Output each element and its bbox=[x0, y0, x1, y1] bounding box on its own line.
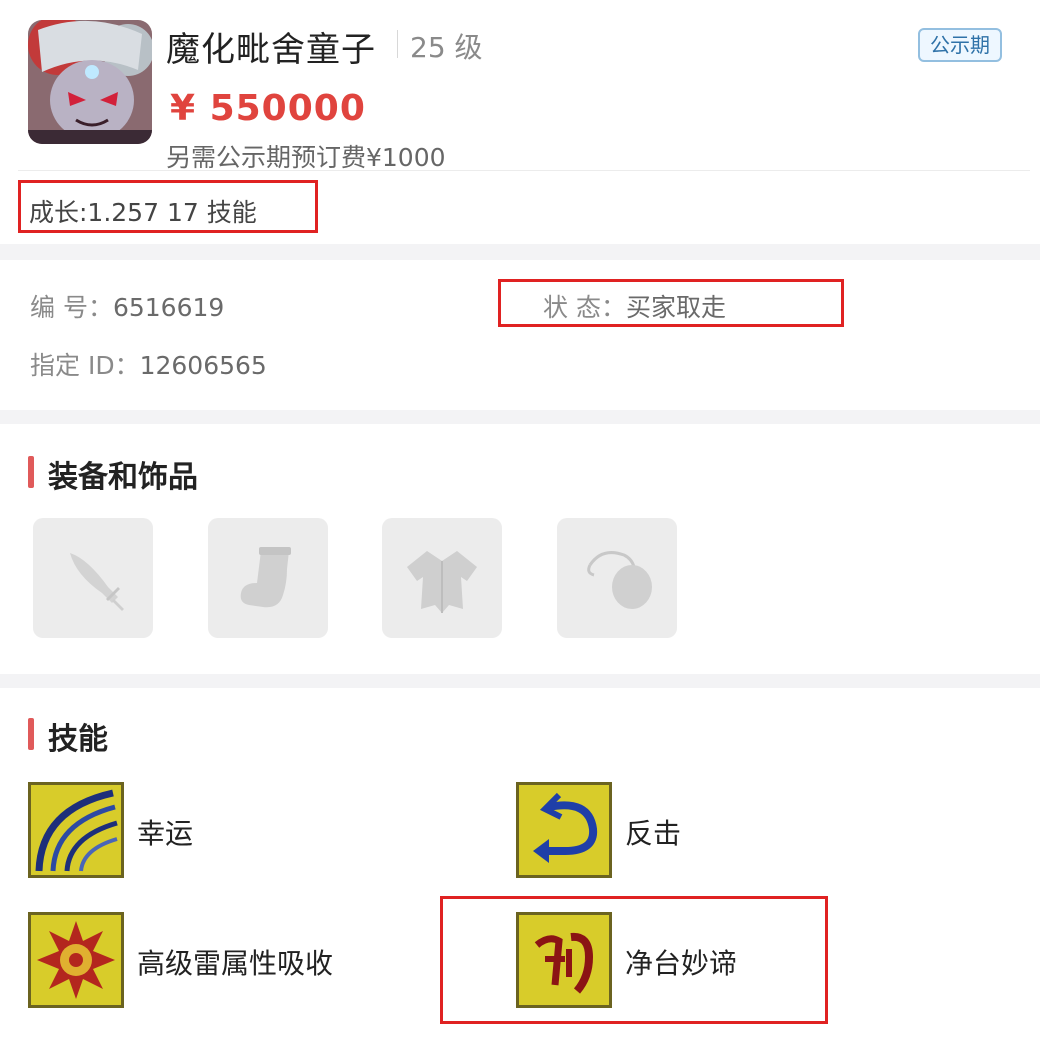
item-number-label: 编 号： bbox=[30, 293, 113, 322]
status-badge: 公示期 bbox=[918, 28, 1002, 62]
equipment-section-title: 装备和饰品 bbox=[48, 460, 198, 495]
highlight-box-status bbox=[498, 279, 844, 327]
equipment-slot-boots[interactable] bbox=[208, 518, 328, 638]
skills-section-title: 技能 bbox=[48, 722, 108, 757]
highlight-box-skill bbox=[440, 896, 828, 1024]
highlight-box-growth bbox=[18, 180, 318, 233]
pet-avatar[interactable] bbox=[28, 20, 152, 144]
skill-item-luck[interactable] bbox=[28, 782, 124, 878]
designated-id: 指定 ID：12606565 bbox=[30, 346, 267, 382]
reservation-fee: 另需公示期预订费¥1000 bbox=[166, 143, 446, 172]
skill-item-counterattack[interactable] bbox=[516, 782, 612, 878]
boot-icon bbox=[240, 547, 291, 608]
skill-label: 高级雷属性吸收 bbox=[137, 947, 334, 980]
pet-name: 魔化毗舍童子 bbox=[166, 30, 376, 70]
designated-id-label: 指定 ID： bbox=[30, 351, 140, 380]
price: ¥ 550000 bbox=[170, 88, 366, 129]
pet-level: 25 级 bbox=[410, 31, 483, 64]
item-number-value: 6516619 bbox=[112, 293, 225, 322]
counterattack-skill-icon bbox=[533, 792, 598, 863]
section-accent-bar bbox=[28, 456, 34, 488]
designated-id-value: 12606565 bbox=[139, 351, 267, 380]
item-number: 编 号：6516619 bbox=[30, 288, 224, 324]
skill-item-thunder-absorb[interactable] bbox=[28, 912, 124, 1008]
thunder-absorb-skill-icon bbox=[37, 921, 115, 999]
equipment-slot-armor[interactable] bbox=[382, 518, 502, 638]
equipment-slot-weapon[interactable] bbox=[33, 518, 153, 638]
equipment-slot-amulet[interactable] bbox=[557, 518, 677, 638]
divider bbox=[397, 30, 398, 58]
luck-skill-icon bbox=[35, 789, 118, 872]
divider bbox=[18, 170, 1030, 171]
armor-icon bbox=[407, 551, 477, 613]
section-accent-bar bbox=[28, 718, 34, 750]
skill-label: 反击 bbox=[625, 817, 682, 850]
sword-icon bbox=[70, 553, 124, 611]
skill-label: 幸运 bbox=[137, 817, 194, 850]
amulet-icon bbox=[587, 551, 652, 609]
